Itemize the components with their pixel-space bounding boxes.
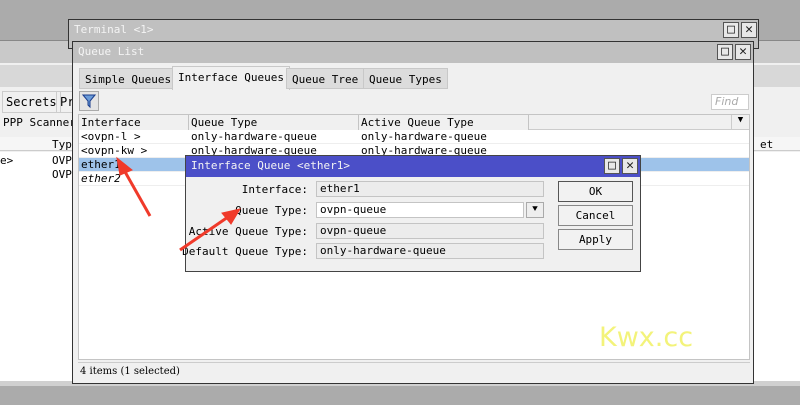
arrow-to-queue-type bbox=[179, 208, 242, 252]
arrow-to-ether1 bbox=[116, 156, 152, 217]
annotation-arrows bbox=[116, 156, 242, 252]
